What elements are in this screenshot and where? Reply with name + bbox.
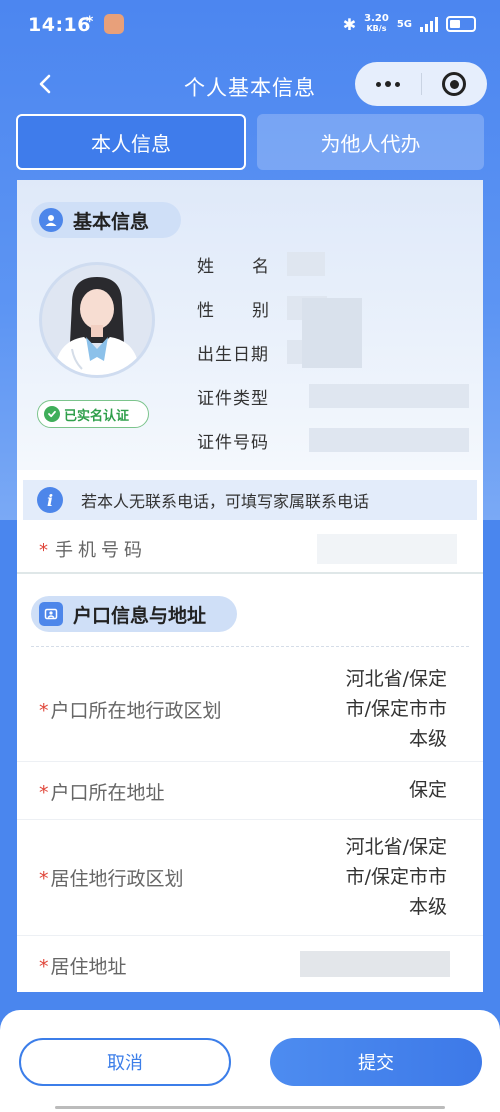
info-value-name [287,252,325,276]
phone-input[interactable] [317,534,457,564]
verified-badge: 已实名认证 [37,400,149,428]
cancel-button[interactable]: 取消 [19,1038,231,1086]
speed-value: 3.20 [364,13,389,24]
huko-info-header: 户口信息与地址 [31,596,237,632]
residence-address-value [300,951,450,977]
network-speed: 3.20 KB/s [364,14,389,34]
residence-region-label-text: 居住地行政区划 [50,868,184,890]
form-row-huko-region[interactable]: * 户口所在地行政区划 河北省/保定市/保定市市本级 [17,658,483,762]
form-row-huko-address[interactable]: * 户口所在地址 保定 [17,762,483,820]
basic-info-title: 基本信息 [73,210,150,233]
miniprogram-capsule [355,62,487,106]
verified-label: 已实名认证 [64,408,130,424]
status-right: ✱ 3.20 KB/s 5G [343,14,476,34]
id-card-icon [39,602,63,626]
submit-button[interactable]: 提交 [270,1038,482,1086]
huko-region-label-text: 户口所在地行政区划 [50,700,222,722]
user-icon [39,208,63,232]
form-row-residence-address[interactable]: * 居住地址 [17,936,483,992]
bottom-action-bar: 取消 提交 [0,1010,500,1112]
required-mark: * [39,700,49,722]
battery-icon [446,16,476,32]
residence-region-label: * 居住地行政区划 [39,864,184,891]
check-icon [44,406,60,422]
status-bar: 14:16 * ✱ 3.20 KB/s 5G [0,0,500,54]
residence-address-label: * 居住地址 [39,952,127,979]
info-label-idnumber: 证件号码 [197,433,269,453]
bluetooth-icon: ✱ [342,14,357,34]
contact-notice: i 若本人无联系电话，可填写家属联系电话 [23,480,477,520]
status-indicator: * [86,14,94,30]
huko-address-value: 保定 [408,779,447,801]
info-icon: i [37,487,63,513]
huko-address-label: * 户口所在地址 [39,778,165,805]
avatar [39,262,155,378]
network-type: 5G [396,18,412,30]
residence-region-value: 河北省/保定市/保定市市本级 [345,836,447,918]
phone-field-row[interactable]: * 手机号码 [17,526,483,574]
info-row-idtype: 证件类型 [197,382,469,412]
required-mark: * [39,868,49,890]
info-value-idtype [309,384,469,408]
phone-label-text: 手机号码 [55,540,147,561]
info-label-idtype: 证件类型 [197,389,269,409]
residence-address-label-text: 居住地址 [50,956,127,978]
nav-bar: 个人基本信息 [0,58,500,112]
signal-icon [420,16,438,32]
redacted-area [302,298,362,368]
close-miniprogram-icon[interactable] [422,62,488,106]
form-card: 基本信息 已实名认证 姓名 性别 出生日期 证件类型 证件号码 i 若本人无联系… [17,180,483,992]
info-row-name: 姓名 [197,250,467,280]
huko-region-label: * 户口所在地行政区划 [39,696,222,723]
form-row-residence-region[interactable]: * 居住地行政区划 河北省/保定市/保定市市本级 [17,820,483,936]
required-mark: * [39,540,53,561]
required-mark: * [39,782,49,804]
required-mark: * [39,956,49,978]
tab-bar: 本人信息 为他人代办 [16,114,484,170]
app-notification-icon [104,14,124,34]
info-row-idnumber: 证件号码 [197,426,469,456]
more-icon[interactable] [355,62,421,106]
speed-unit: KB/s [366,24,387,33]
phone-label: * 手机号码 [39,536,147,562]
status-time: 14:16 [28,14,91,36]
info-value-idnumber [309,428,469,452]
huko-address-label-text: 户口所在地址 [50,782,165,804]
huko-region-value: 河北省/保定市/保定市市本级 [345,668,447,750]
info-label-birthdate: 出生日期 [197,345,269,365]
tab-proxy[interactable]: 为他人代办 [257,114,484,170]
home-indicator [55,1106,445,1109]
huko-info-title: 户口信息与地址 [73,604,207,627]
section-divider [31,646,469,647]
basic-info-header: 基本信息 [31,202,181,238]
tab-self-info[interactable]: 本人信息 [16,114,246,170]
notice-text: 若本人无联系电话，可填写家属联系电话 [81,492,370,511]
